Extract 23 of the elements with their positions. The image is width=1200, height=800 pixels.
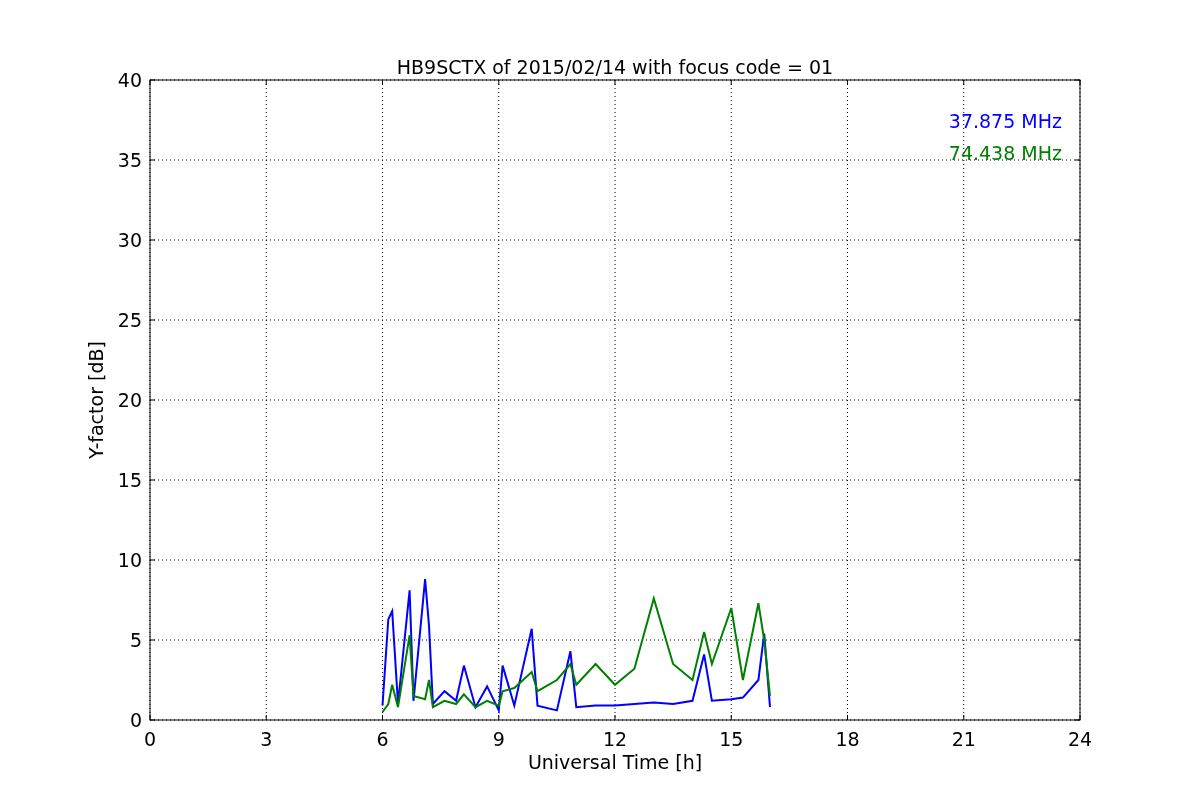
x-tick-label: 12 [602, 728, 628, 750]
y-tick-label: 35 [117, 149, 142, 171]
y-tick-label: 5 [129, 629, 142, 651]
x-tick-label: 9 [492, 728, 505, 750]
x-tick-label: 15 [719, 728, 744, 750]
x-tick-label: 6 [376, 728, 389, 750]
y-axis-label: Y-factor [dB] [85, 341, 107, 459]
y-tick-label: 15 [117, 469, 142, 491]
x-tick-label: 24 [1067, 728, 1093, 750]
x-tick-label: 3 [260, 728, 273, 750]
x-tick-label: 0 [143, 728, 157, 750]
y-tick-label: 30 [117, 229, 142, 251]
legend-label: 37.875 MHz [948, 110, 1062, 132]
y-tick-label: 25 [117, 309, 142, 331]
y-tick-label: 40 [117, 69, 142, 91]
x-tick-label: 18 [835, 728, 860, 750]
y-tick-label: 0 [129, 709, 142, 731]
legend-label: 74.438 MHz [948, 142, 1062, 164]
y-tick-label: 20 [117, 389, 142, 411]
x-axis-label: Universal Time [h] [527, 751, 703, 773]
y-tick-label: 10 [117, 549, 142, 571]
x-tick-label: 21 [951, 728, 976, 750]
chart-title: HB9SCTX of 2015/02/14 with focus code = 01 [396, 56, 834, 78]
